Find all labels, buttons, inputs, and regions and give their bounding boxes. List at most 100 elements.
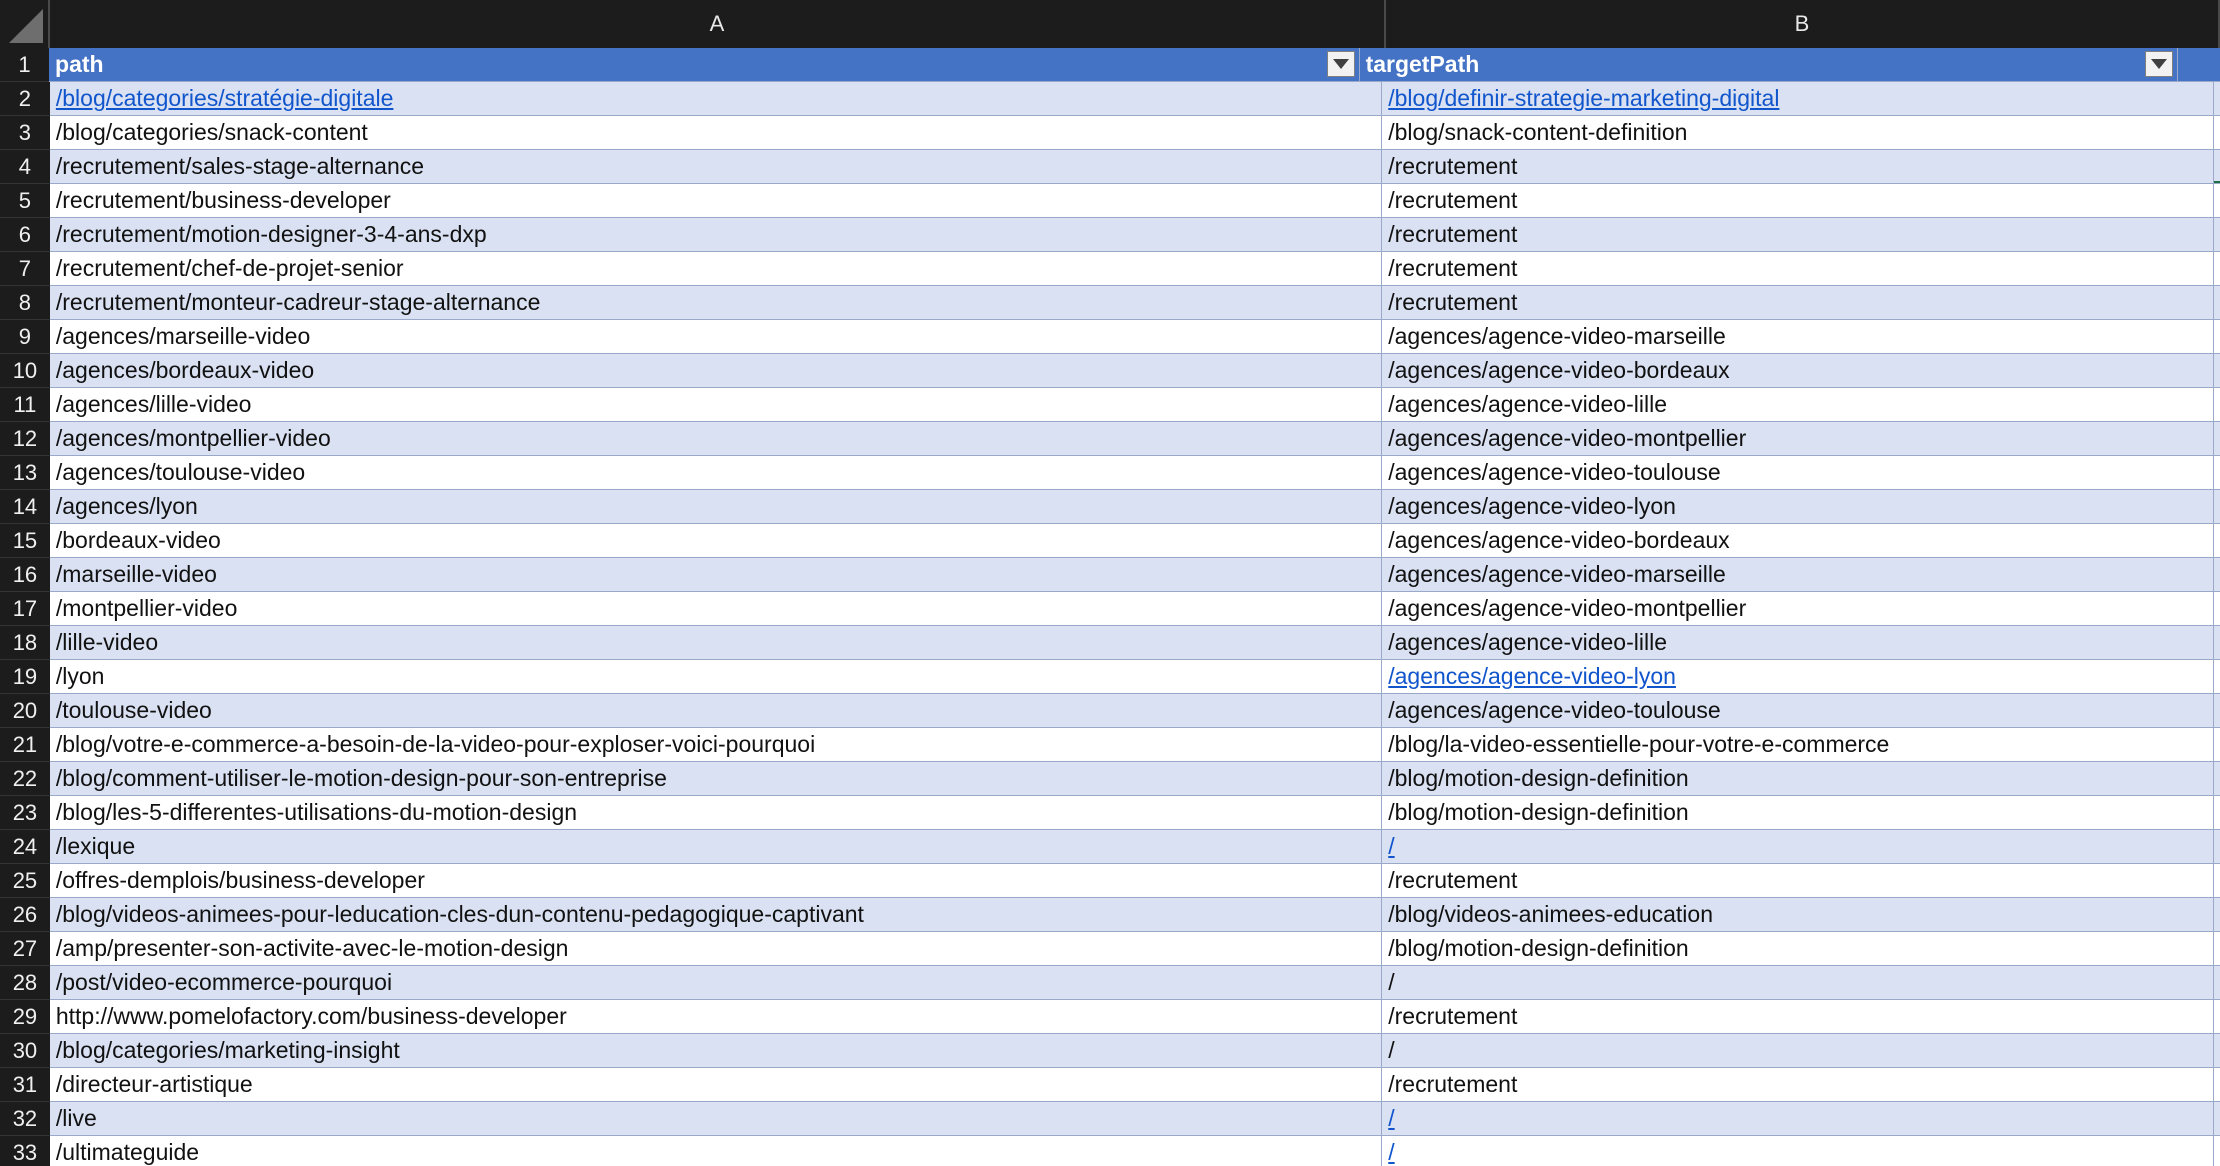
target-path-link[interactable]: / [1388, 833, 1394, 860]
target-path-cell[interactable]: /agences/agence-video-lyon [1382, 660, 2214, 694]
column-header-b[interactable]: B [1386, 0, 2220, 48]
target-path-cell[interactable]: /blog/motion-design-definition [1382, 796, 2214, 830]
row-number[interactable]: 5 [0, 184, 50, 218]
row-number[interactable]: 28 [0, 966, 50, 1000]
path-cell[interactable]: /agences/toulouse-video [49, 456, 1383, 490]
row-number[interactable]: 8 [0, 286, 50, 320]
filter-dropdown-button[interactable] [2145, 51, 2173, 77]
empty-cell[interactable] [2214, 898, 2220, 932]
empty-cell[interactable] [2214, 864, 2220, 898]
path-cell[interactable]: /agences/marseille-video [49, 320, 1383, 354]
path-cell[interactable]: /agences/bordeaux-video [49, 354, 1383, 388]
empty-cell[interactable] [2214, 660, 2220, 694]
empty-cell[interactable] [2214, 252, 2220, 286]
empty-cell[interactable] [2214, 1034, 2220, 1068]
empty-cell[interactable] [2214, 184, 2220, 218]
row-number[interactable]: 12 [0, 422, 50, 456]
empty-cell[interactable] [2214, 218, 2220, 252]
empty-cell[interactable] [2214, 490, 2220, 524]
path-cell[interactable]: /agences/lille-video [49, 388, 1383, 422]
target-path-cell[interactable]: / [1382, 1102, 2214, 1136]
row-number[interactable]: 29 [0, 1000, 50, 1034]
path-cell[interactable]: /directeur-artistique [49, 1068, 1383, 1102]
row-number[interactable]: 10 [0, 354, 50, 388]
target-path-cell[interactable]: /blog/snack-content-definition [1382, 116, 2214, 150]
filter-dropdown-button[interactable] [1326, 51, 1355, 77]
select-all-corner[interactable] [0, 0, 50, 48]
path-cell[interactable]: /blog/videos-animees-pour-leducation-cle… [49, 898, 1383, 932]
row-number[interactable]: 15 [0, 524, 50, 558]
empty-cell[interactable] [2214, 422, 2220, 456]
path-cell[interactable]: /blog/categories/snack-content [49, 116, 1383, 150]
target-path-cell[interactable]: /agences/agence-video-lille [1382, 388, 2214, 422]
path-cell[interactable]: /recrutement/chef-de-projet-senior [49, 252, 1383, 286]
target-path-cell[interactable]: /blog/definir-strategie-marketing-digita… [1382, 82, 2214, 116]
target-path-cell[interactable]: /recrutement [1382, 1000, 2214, 1034]
empty-cell[interactable] [2214, 728, 2220, 762]
row-number[interactable]: 4 [0, 150, 50, 184]
row-number[interactable]: 17 [0, 592, 50, 626]
path-cell[interactable]: /marseille-video [49, 558, 1383, 592]
target-path-cell[interactable]: /recrutement [1382, 150, 2214, 184]
row-number[interactable]: 9 [0, 320, 50, 354]
row-number[interactable]: 2 [0, 82, 50, 116]
path-cell[interactable]: /recrutement/business-developer [49, 184, 1383, 218]
row-number[interactable]: 31 [0, 1068, 50, 1102]
target-path-cell[interactable]: /agences/agence-video-marseille [1382, 558, 2214, 592]
header-cell-targetpath[interactable]: targetPath [1359, 48, 2178, 82]
row-number[interactable]: 16 [0, 558, 50, 592]
target-path-cell[interactable]: /blog/motion-design-definition [1382, 932, 2214, 966]
empty-cell[interactable] [2214, 150, 2220, 184]
row-number[interactable]: 7 [0, 252, 50, 286]
path-cell[interactable]: /offres-demplois/business-developer [49, 864, 1383, 898]
row-number[interactable]: 11 [0, 388, 50, 422]
empty-cell[interactable] [2214, 932, 2220, 966]
target-path-link[interactable]: /agences/agence-video-lyon [1388, 663, 1676, 690]
target-path-cell[interactable]: / [1382, 830, 2214, 864]
path-cell[interactable]: /amp/presenter-son-activite-avec-le-moti… [49, 932, 1383, 966]
path-cell[interactable]: /bordeaux-video [49, 524, 1383, 558]
target-path-cell[interactable]: / [1382, 966, 2214, 1000]
row-number[interactable]: 21 [0, 728, 50, 762]
path-cell[interactable]: /agences/montpellier-video [49, 422, 1383, 456]
target-path-cell[interactable]: /agences/agence-video-bordeaux [1382, 524, 2214, 558]
target-path-link[interactable]: /blog/definir-strategie-marketing-digita… [1388, 85, 1779, 112]
path-cell[interactable]: /agences/lyon [49, 490, 1383, 524]
path-cell[interactable]: /recrutement/motion-designer-3-4-ans-dxp [49, 218, 1383, 252]
target-path-cell[interactable]: /recrutement [1382, 252, 2214, 286]
empty-cell[interactable] [2214, 830, 2220, 864]
target-path-cell[interactable]: /recrutement [1382, 184, 2214, 218]
path-cell[interactable]: /live [49, 1102, 1383, 1136]
empty-cell[interactable] [2214, 354, 2220, 388]
target-path-cell[interactable]: /agences/agence-video-marseille [1382, 320, 2214, 354]
empty-cell[interactable] [2214, 388, 2220, 422]
path-cell[interactable]: /blog/les-5-differentes-utilisations-du-… [49, 796, 1383, 830]
empty-cell[interactable] [2178, 48, 2220, 82]
target-path-cell[interactable]: /recrutement [1382, 1068, 2214, 1102]
target-path-cell[interactable]: /agences/agence-video-montpellier [1382, 422, 2214, 456]
empty-cell[interactable] [2214, 762, 2220, 796]
target-path-cell[interactable]: /recrutement [1382, 218, 2214, 252]
path-cell[interactable]: /montpellier-video [49, 592, 1383, 626]
path-cell[interactable]: /blog/votre-e-commerce-a-besoin-de-la-vi… [49, 728, 1383, 762]
target-path-link[interactable]: / [1388, 1105, 1394, 1132]
path-cell[interactable]: /ultimateguide [49, 1136, 1383, 1166]
empty-cell[interactable] [2214, 966, 2220, 1000]
row-number[interactable]: 26 [0, 898, 50, 932]
row-number[interactable]: 23 [0, 796, 50, 830]
path-link[interactable]: /blog/categories/stratégie-digitale [56, 85, 394, 112]
target-path-cell[interactable]: /recrutement [1382, 864, 2214, 898]
empty-cell[interactable] [2214, 1102, 2220, 1136]
row-number[interactable]: 25 [0, 864, 50, 898]
empty-cell[interactable] [2214, 694, 2220, 728]
path-cell[interactable]: http://www.pomelofactory.com/business-de… [49, 1000, 1383, 1034]
path-cell[interactable]: /toulouse-video [49, 694, 1383, 728]
empty-cell[interactable] [2214, 592, 2220, 626]
path-cell[interactable]: /blog/categories/stratégie-digitale [49, 82, 1383, 116]
target-path-cell[interactable]: /agences/agence-video-bordeaux [1382, 354, 2214, 388]
empty-cell[interactable] [2214, 626, 2220, 660]
row-number[interactable]: 33 [0, 1136, 50, 1166]
row-number[interactable]: 18 [0, 626, 50, 660]
target-path-cell[interactable]: /blog/videos-animees-education [1382, 898, 2214, 932]
empty-cell[interactable] [2214, 1136, 2220, 1166]
